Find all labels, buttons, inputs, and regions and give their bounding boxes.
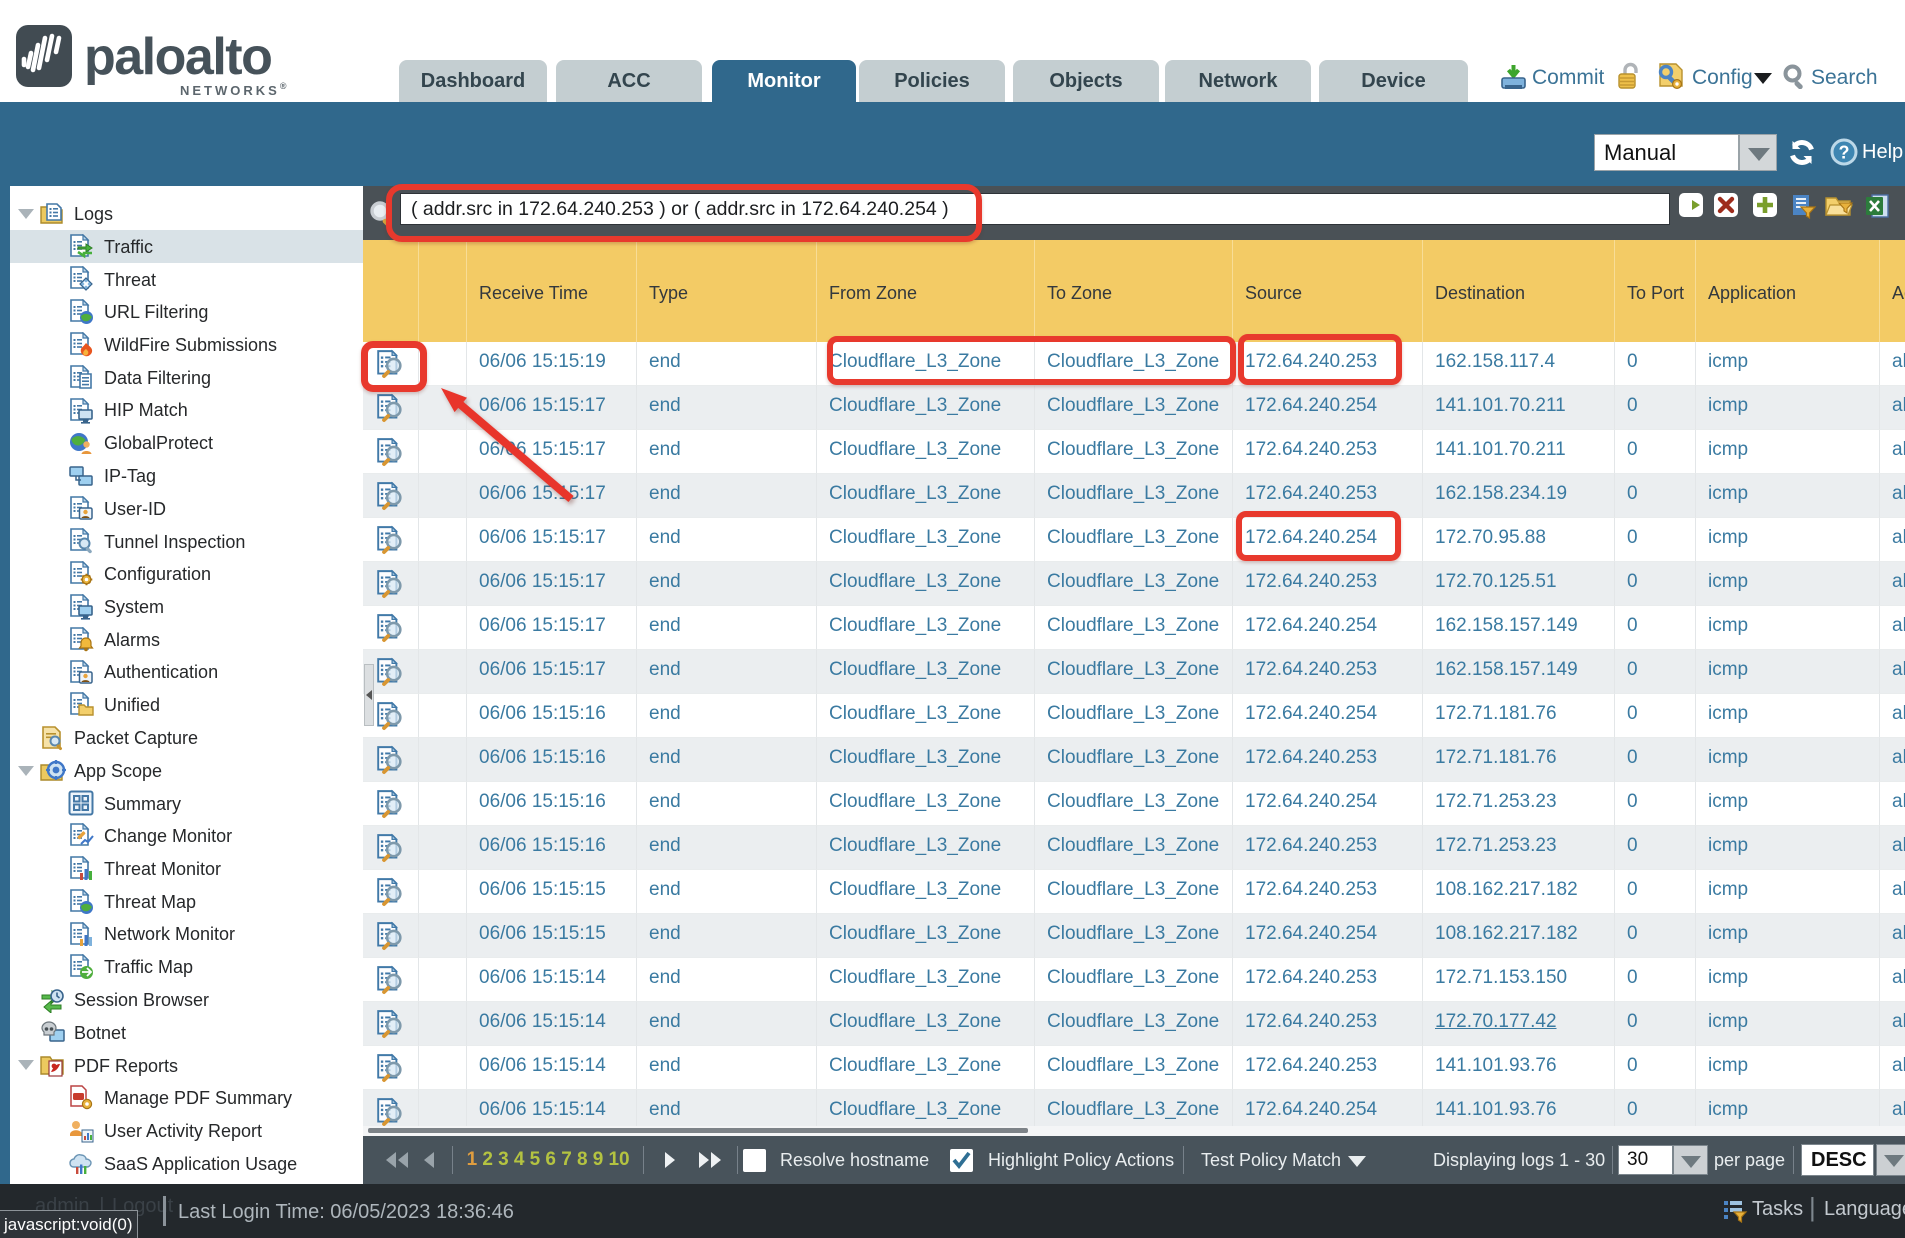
svg-text:?: ? — [1839, 143, 1850, 163]
